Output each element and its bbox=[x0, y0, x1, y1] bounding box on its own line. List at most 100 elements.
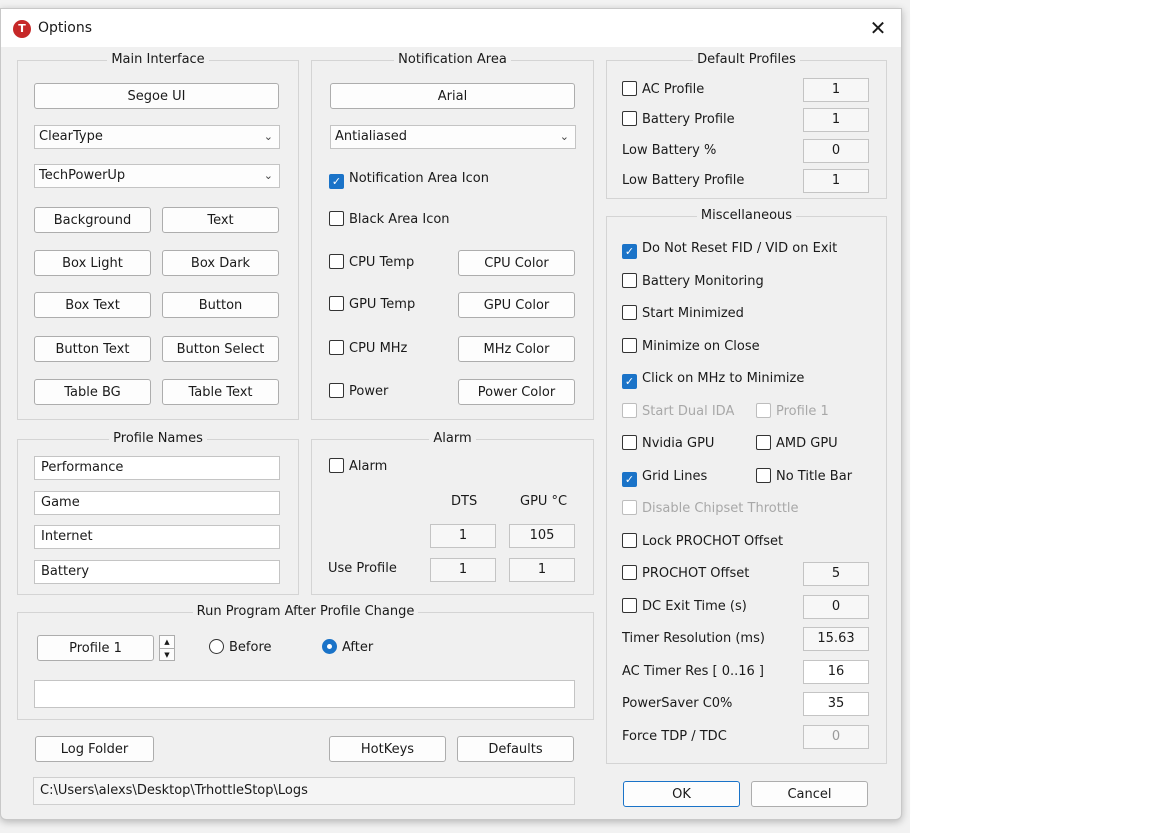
force-tdp-value[interactable]: 0 bbox=[803, 725, 869, 749]
start-dual-ida-checkbox[interactable]: Start Dual IDA bbox=[622, 402, 734, 422]
no-title-bar-checkbox[interactable]: No Title Bar bbox=[756, 467, 852, 487]
options-dialog: T Options ✕ Main Interface Segoe UI Clea… bbox=[0, 8, 902, 820]
alarm-gpu-value[interactable]: 105 bbox=[509, 524, 575, 548]
main-font-button[interactable]: Segoe UI bbox=[34, 83, 279, 109]
button-text-button[interactable]: Button Text bbox=[34, 336, 151, 362]
theme-select[interactable]: TechPowerUp ⌄ bbox=[34, 164, 280, 188]
powersaver-input[interactable]: 35 bbox=[803, 692, 869, 716]
run-program-group: Run Program After Profile Change Profile… bbox=[17, 604, 594, 720]
run-program-title: Run Program After Profile Change bbox=[192, 604, 419, 619]
log-path-field: C:\Users\alexs\Desktop\TrhottleStop\Logs bbox=[33, 777, 575, 805]
close-icon[interactable]: ✕ bbox=[859, 13, 897, 43]
notif-font-button[interactable]: Arial bbox=[330, 83, 575, 109]
miscellaneous-group: Miscellaneous ✓ Do Not Reset FID / VID on… bbox=[606, 208, 887, 764]
before-radio[interactable]: Before bbox=[209, 638, 272, 658]
button-color-button[interactable]: Button bbox=[162, 292, 279, 318]
ok-button[interactable]: OK bbox=[623, 781, 740, 807]
do-not-reset-checkbox[interactable]: ✓ Do Not Reset FID / VID on Exit bbox=[622, 239, 837, 259]
default-profiles-title: Default Profiles bbox=[693, 52, 800, 67]
background-color-button[interactable]: Background bbox=[34, 207, 151, 233]
profile-name-4-input[interactable]: Battery bbox=[34, 560, 280, 584]
table-bg-button[interactable]: Table BG bbox=[34, 379, 151, 405]
low-battery-pct-value[interactable]: 0 bbox=[803, 139, 869, 163]
minimize-on-close-checkbox[interactable]: Minimize on Close bbox=[622, 337, 760, 357]
gpu-color-button[interactable]: GPU Color bbox=[458, 292, 575, 318]
grid-lines-checkbox[interactable]: ✓ Grid Lines bbox=[622, 467, 707, 487]
log-folder-button[interactable]: Log Folder bbox=[35, 736, 154, 762]
main-interface-title: Main Interface bbox=[107, 52, 209, 67]
cancel-button[interactable]: Cancel bbox=[751, 781, 868, 807]
after-radio[interactable]: After bbox=[322, 638, 373, 658]
mhz-color-button[interactable]: MHz Color bbox=[458, 336, 575, 362]
default-profiles-group: Default Profiles AC Profile 1 Battery Pr… bbox=[606, 52, 887, 199]
use-profile-label: Use Profile bbox=[328, 561, 397, 576]
chevron-down-icon: ⌄ bbox=[263, 169, 273, 182]
timer-resolution-label: Timer Resolution (ms) bbox=[622, 631, 765, 646]
defaults-button[interactable]: Defaults bbox=[457, 736, 574, 762]
prochot-offset-checkbox[interactable]: PROCHOT Offset bbox=[622, 564, 749, 584]
battery-monitoring-checkbox[interactable]: Battery Monitoring bbox=[622, 272, 764, 292]
main-rendering-select[interactable]: ClearType ⌄ bbox=[34, 125, 280, 149]
nvidia-gpu-checkbox[interactable]: Nvidia GPU bbox=[622, 434, 714, 454]
profile-spinner[interactable]: ▲ ▼ bbox=[159, 635, 175, 661]
text-color-button[interactable]: Text bbox=[162, 207, 279, 233]
checkmark-icon: ✓ bbox=[329, 174, 344, 189]
run-profile-button[interactable]: Profile 1 bbox=[37, 635, 154, 661]
cpu-temp-checkbox[interactable]: CPU Temp bbox=[329, 253, 414, 273]
checkmark-icon: ✓ bbox=[622, 244, 637, 259]
dts-column-label: DTS bbox=[451, 494, 478, 509]
ac-timer-res-label: AC Timer Res [ 0..16 ] bbox=[622, 664, 765, 679]
prochot-offset-value[interactable]: 5 bbox=[803, 562, 869, 586]
power-color-button[interactable]: Power Color bbox=[458, 379, 575, 405]
power-checkbox[interactable]: Power bbox=[329, 382, 388, 402]
cpu-mhz-checkbox[interactable]: CPU MHz bbox=[329, 339, 407, 359]
window-title: Options bbox=[38, 20, 93, 36]
arrow-up-icon[interactable]: ▲ bbox=[160, 636, 174, 649]
profile-name-1-input[interactable]: Performance bbox=[34, 456, 280, 480]
main-interface-group: Main Interface Segoe UI ClearType ⌄ TechP… bbox=[17, 52, 299, 420]
start-minimized-checkbox[interactable]: Start Minimized bbox=[622, 304, 744, 324]
lock-prochot-offset-checkbox[interactable]: Lock PROCHOT Offset bbox=[622, 532, 783, 552]
title-bar: T Options ✕ bbox=[1, 9, 901, 47]
miscellaneous-title: Miscellaneous bbox=[696, 208, 797, 223]
profile-name-3-input[interactable]: Internet bbox=[34, 525, 280, 549]
alarm-dts-value[interactable]: 1 bbox=[430, 524, 496, 548]
gpu-temp-checkbox[interactable]: GPU Temp bbox=[329, 295, 415, 315]
low-battery-profile-value[interactable]: 1 bbox=[803, 169, 869, 193]
disable-chipset-throttle-checkbox[interactable]: Disable Chipset Throttle bbox=[622, 499, 799, 519]
timer-resolution-value[interactable]: 15.63 bbox=[803, 627, 869, 651]
battery-profile-checkbox[interactable]: Battery Profile bbox=[622, 110, 735, 130]
ac-profile-checkbox[interactable]: AC Profile bbox=[622, 80, 704, 100]
notification-area-icon-checkbox[interactable]: ✓ Notification Area Icon bbox=[329, 169, 489, 189]
battery-profile-value[interactable]: 1 bbox=[803, 108, 869, 132]
black-area-icon-checkbox[interactable]: Black Area Icon bbox=[329, 210, 450, 230]
table-text-button[interactable]: Table Text bbox=[162, 379, 279, 405]
checkmark-icon: ✓ bbox=[622, 472, 637, 487]
notification-area-group: Notification Area Arial Antialiased ⌄ ✓ No… bbox=[311, 52, 594, 420]
notif-rendering-select[interactable]: Antialiased ⌄ bbox=[330, 125, 576, 149]
force-tdp-label: Force TDP / TDC bbox=[622, 729, 727, 744]
chevron-down-icon: ⌄ bbox=[559, 130, 569, 143]
use-profile-gpu-value[interactable]: 1 bbox=[509, 558, 575, 582]
box-light-button[interactable]: Box Light bbox=[34, 250, 151, 276]
low-battery-profile-label: Low Battery Profile bbox=[622, 173, 745, 188]
cpu-color-button[interactable]: CPU Color bbox=[458, 250, 575, 276]
amd-gpu-checkbox[interactable]: AMD GPU bbox=[756, 434, 838, 454]
alarm-checkbox[interactable]: Alarm bbox=[329, 457, 387, 477]
profile-name-2-input[interactable]: Game bbox=[34, 491, 280, 515]
run-program-command-input[interactable] bbox=[34, 680, 575, 708]
gpu-column-label: GPU °C bbox=[520, 494, 568, 509]
ac-timer-res-input[interactable]: 16 bbox=[803, 660, 869, 684]
dc-exit-time-value[interactable]: 0 bbox=[803, 595, 869, 619]
box-text-button[interactable]: Box Text bbox=[34, 292, 151, 318]
checkmark-icon: ✓ bbox=[622, 374, 637, 389]
click-mhz-minimize-checkbox[interactable]: ✓ Click on MHz to Minimize bbox=[622, 369, 804, 389]
button-select-button[interactable]: Button Select bbox=[162, 336, 279, 362]
arrow-down-icon[interactable]: ▼ bbox=[160, 649, 174, 661]
dual-ida-profile-1-checkbox[interactable]: Profile 1 bbox=[756, 402, 829, 422]
dc-exit-time-checkbox[interactable]: DC Exit Time (s) bbox=[622, 597, 747, 617]
use-profile-dts-value[interactable]: 1 bbox=[430, 558, 496, 582]
hotkeys-button[interactable]: HotKeys bbox=[329, 736, 446, 762]
box-dark-button[interactable]: Box Dark bbox=[162, 250, 279, 276]
ac-profile-value[interactable]: 1 bbox=[803, 78, 869, 102]
